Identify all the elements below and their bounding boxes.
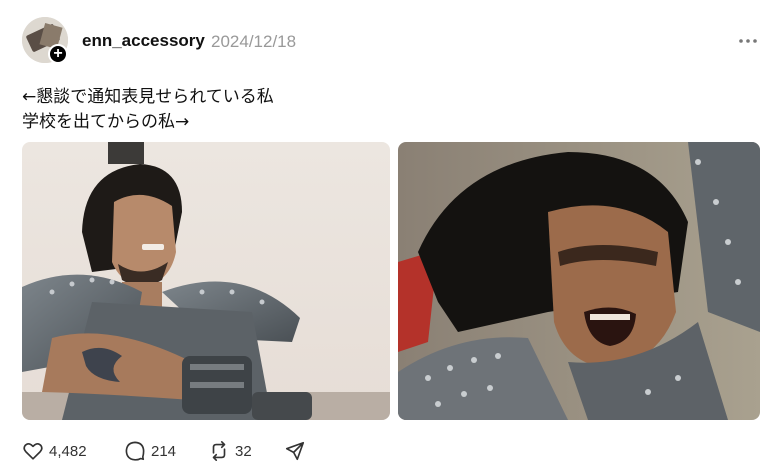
post-image-2[interactable]	[398, 142, 760, 420]
share-icon	[285, 441, 305, 461]
heart-icon	[23, 443, 43, 460]
repost-icon	[212, 441, 226, 461]
repost-count: 32	[235, 442, 252, 460]
reply-count: 214	[151, 442, 177, 460]
post-image-1[interactable]	[22, 142, 390, 420]
like-count: 4,482	[49, 442, 87, 460]
like-button[interactable]: 4,482	[22, 440, 87, 462]
repost-button[interactable]: 32	[208, 440, 252, 462]
follow-plus-icon[interactable]: +	[48, 44, 68, 64]
post-caption-line-2: 学校を出てからの私→	[22, 112, 190, 132]
comment-icon	[125, 441, 145, 461]
post-caption-line-1: ←懇談で通知表見せられている私	[22, 87, 274, 107]
share-button[interactable]	[284, 440, 306, 462]
username[interactable]: enn_accessory	[82, 31, 205, 51]
post-timestamp: 2024/12/18	[211, 32, 297, 51]
reply-button[interactable]: 214	[124, 440, 176, 462]
more-icon[interactable]	[736, 30, 760, 48]
